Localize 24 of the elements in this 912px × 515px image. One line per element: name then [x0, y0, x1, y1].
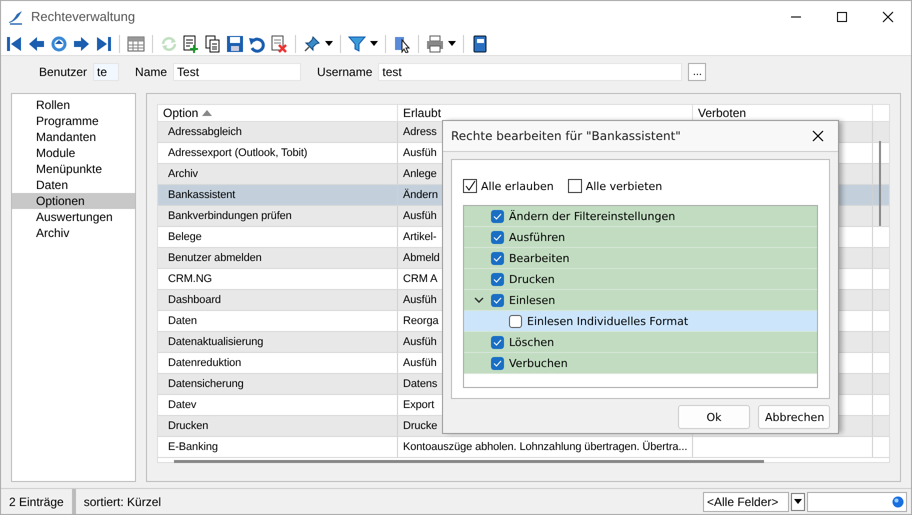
field-label: Username: [317, 65, 372, 79]
field-label: Name: [135, 65, 168, 79]
dialog-title: Rechte bearbeiten für "Bankassistent": [451, 129, 682, 143]
field-label: Benutzer: [39, 65, 88, 79]
table-cell: Datev: [158, 395, 398, 415]
table-cell: Belege: [158, 227, 398, 247]
table-cell: Datenaktualisierung: [158, 332, 398, 352]
table-cell: Drucken: [158, 416, 398, 436]
table-cell: Archiv: [158, 164, 398, 184]
table-cell: E-Banking: [158, 437, 398, 457]
table-cell: Bankassistent: [158, 185, 398, 205]
table-cell: Daten: [158, 311, 398, 331]
table-cell: Datensicherung: [158, 374, 398, 394]
sort-status: sortiert: Kürzel: [82, 494, 162, 508]
table-cell: Datenreduktion: [158, 353, 398, 373]
table-cell: Benutzer abmelden: [158, 248, 398, 268]
table-cell: Adressabgleich: [158, 122, 398, 142]
record-count: 2 Einträge: [1, 489, 76, 514]
window-title: Rechteverwaltung: [31, 9, 136, 24]
table-cell: Adressexport (Outlook, Tobit): [158, 143, 398, 163]
table-cell: Kontoauszüge abholen. Lohnzahlung übertragen. Übertra...: [398, 437, 693, 457]
table-cell: Dashboard: [158, 290, 398, 310]
table-cell: Bankverbindungen prüfen: [158, 206, 398, 226]
table-cell: CRM.NG: [158, 269, 398, 289]
